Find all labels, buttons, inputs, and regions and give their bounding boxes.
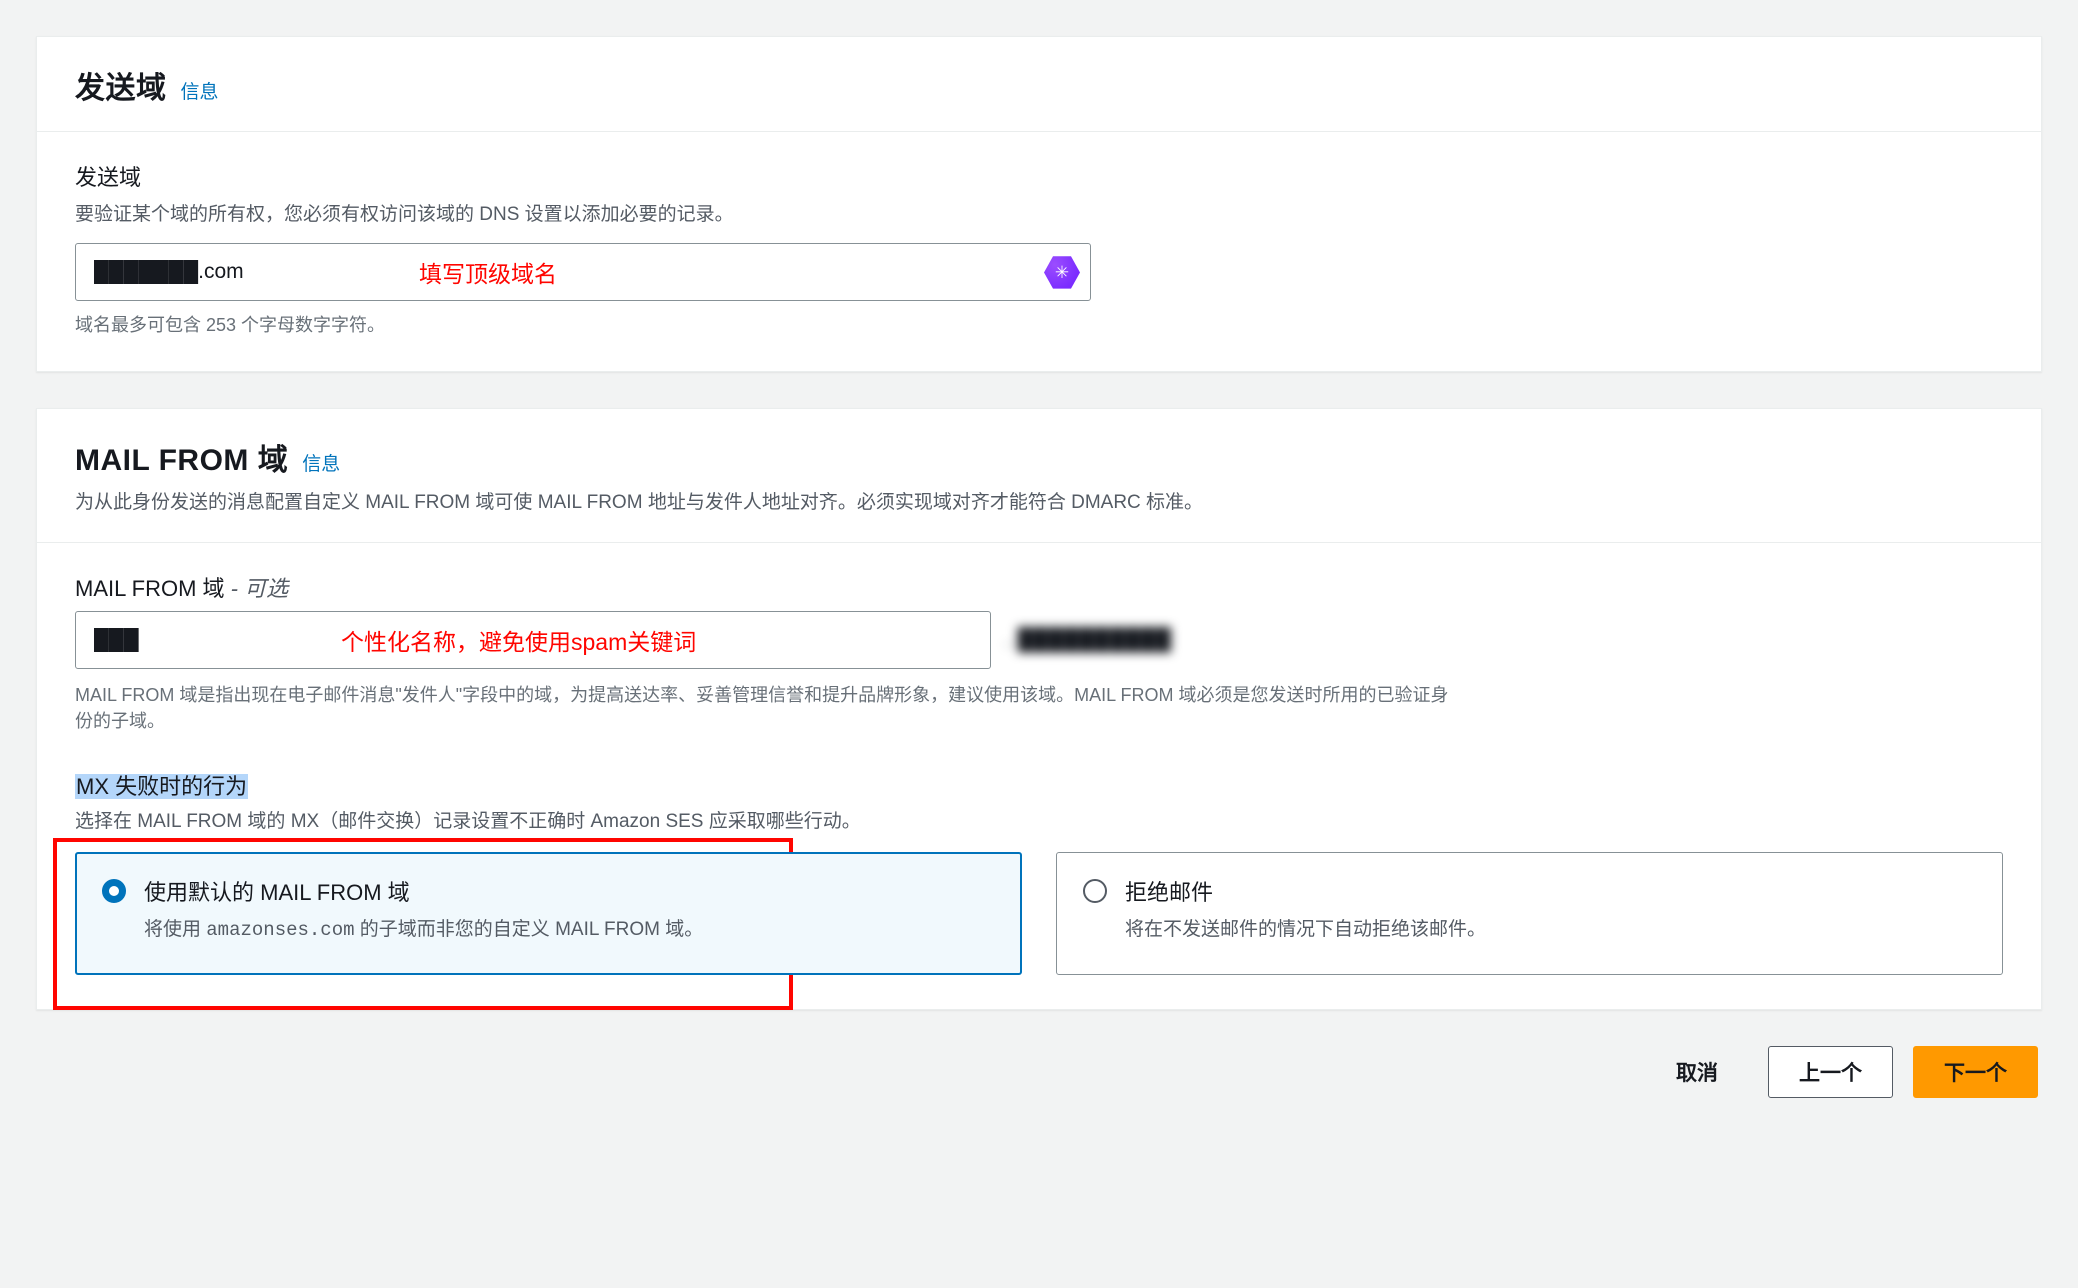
radio-desc: 将在不发送邮件的情况下自动拒绝该邮件。 xyxy=(1125,915,1486,944)
panel-title: MAIL FROM 域 xyxy=(75,435,288,479)
field-label-mailfrom: MAIL FROM 域 - 可选 xyxy=(75,571,2003,603)
sending-domain-panel: 发送域 信息 发送域 要验证某个域的所有权，您必须有权访问该域的 DNS 设置以… xyxy=(36,36,2042,372)
radio-icon xyxy=(1083,879,1107,903)
radio-desc-c: 的子域而非您的自定义 MAIL FROM 域。 xyxy=(355,919,704,940)
field-label-domain: 发送域 xyxy=(75,160,2003,192)
mx-failure-label-text: MX 失败时的行为 xyxy=(75,774,248,799)
mailfrom-label-optional: - 可选 xyxy=(225,576,289,601)
panel-header: MAIL FROM 域 信息 为从此身份发送的消息配置自定义 MAIL FROM… xyxy=(37,409,2041,543)
previous-button[interactable]: 上一个 xyxy=(1768,1046,1893,1098)
cancel-button[interactable]: 取消 xyxy=(1646,1046,1748,1098)
radio-desc: 将使用 amazonses.com 的子域而非您的自定义 MAIL FROM 域… xyxy=(144,915,703,945)
wizard-footer: 取消 上一个 下一个 xyxy=(36,1046,2042,1098)
radio-title: 使用默认的 MAIL FROM 域 xyxy=(144,875,703,907)
mailfrom-label-main: MAIL FROM 域 xyxy=(75,576,225,601)
radio-reject-mail[interactable]: 拒绝邮件 将在不发送邮件的情况下自动拒绝该邮件。 xyxy=(1056,852,2003,974)
info-link[interactable]: 信息 xyxy=(181,77,219,104)
mailfrom-panel: MAIL FROM 域 信息 为从此身份发送的消息配置自定义 MAIL FROM… xyxy=(36,408,2042,1009)
mx-failure-radio-group: 使用默认的 MAIL FROM 域 将使用 amazonses.com 的子域而… xyxy=(75,852,2003,974)
radio-use-default[interactable]: 使用默认的 MAIL FROM 域 将使用 amazonses.com 的子域而… xyxy=(75,852,1022,974)
info-link[interactable]: 信息 xyxy=(302,449,340,476)
panel-title: 发送域 xyxy=(75,63,167,107)
panel-body: 发送域 要验证某个域的所有权，您必须有权访问该域的 DNS 设置以添加必要的记录… xyxy=(37,132,2041,371)
field-helper-mailfrom: MAIL FROM 域是指出现在电子邮件消息"发件人"字段中的域，为提高送达率、… xyxy=(75,681,1455,733)
radio-icon xyxy=(102,879,126,903)
field-hint-domain: 要验证某个域的所有权，您必须有权访问该域的 DNS 设置以添加必要的记录。 xyxy=(75,200,2003,229)
mailfrom-input[interactable] xyxy=(75,611,991,669)
panel-header: 发送域 信息 xyxy=(37,37,2041,132)
radio-desc-b: amazonses.com xyxy=(206,919,354,941)
field-helper-domain: 域名最多可包含 253 个字母数字字符。 xyxy=(75,311,2003,337)
next-button[interactable]: 下一个 xyxy=(1913,1046,2038,1098)
service-icon: ✳ xyxy=(1043,253,1081,291)
mx-failure-hint: 选择在 MAIL FROM 域的 MX（邮件交换）记录设置不正确时 Amazon… xyxy=(75,807,2003,836)
mx-failure-label: MX 失败时的行为 xyxy=(75,769,2003,801)
radio-title: 拒绝邮件 xyxy=(1125,875,1486,907)
domain-input[interactable] xyxy=(75,243,1091,301)
mailfrom-domain-suffix: . ██████████ xyxy=(1005,628,1171,652)
panel-body: MAIL FROM 域 - 可选 个性化名称，避免使用spam关键词 . ███… xyxy=(37,543,2041,1009)
radio-desc-a: 将使用 xyxy=(144,919,206,940)
panel-subtext: 为从此身份发送的消息配置自定义 MAIL FROM 域可使 MAIL FROM … xyxy=(75,489,2003,518)
